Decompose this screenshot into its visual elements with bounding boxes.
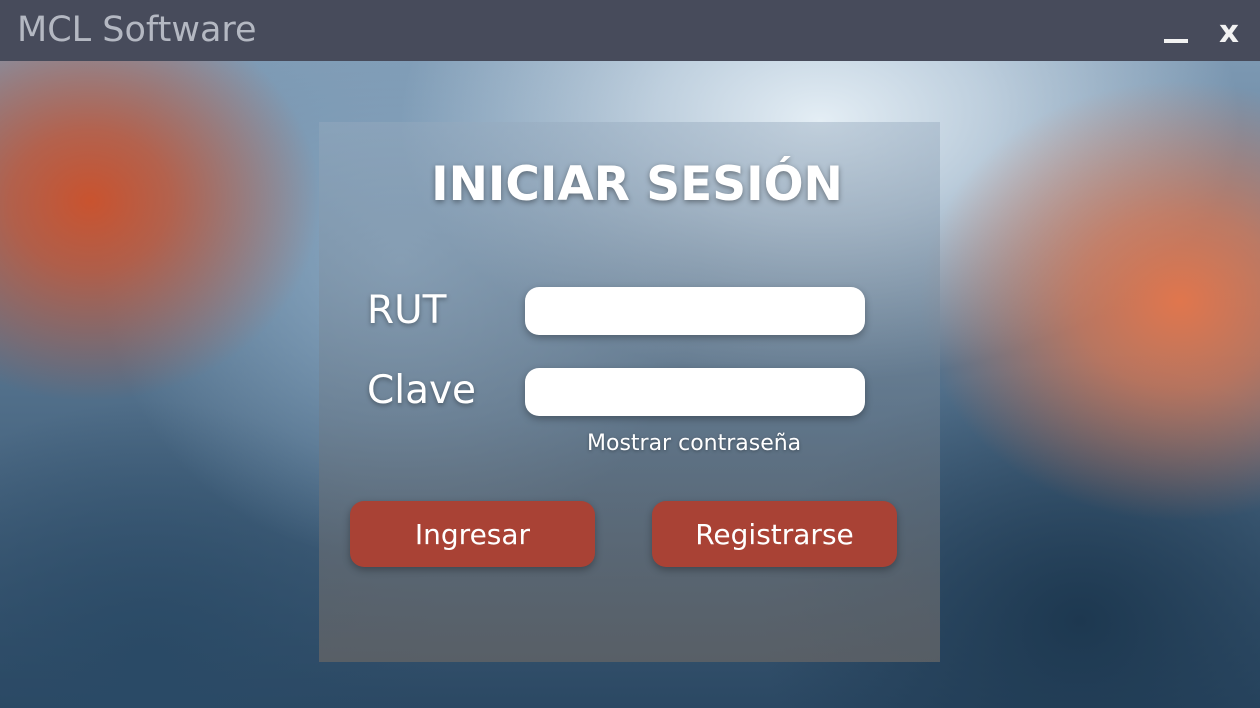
- password-label: Clave: [367, 368, 477, 413]
- close-icon: x: [1219, 14, 1239, 50]
- rut-input[interactable]: [525, 287, 865, 335]
- close-button[interactable]: x: [1212, 14, 1246, 50]
- register-button[interactable]: Registrarse: [652, 501, 897, 567]
- password-input[interactable]: [525, 368, 865, 416]
- login-button[interactable]: Ingresar: [350, 501, 595, 567]
- login-panel: INICIAR SESIÓN RUT Clave Mostrar contras…: [319, 122, 940, 662]
- app-title: MCL Software: [17, 10, 257, 50]
- app-window: MCL Software x INICIAR SESIÓN RUT Clave …: [0, 0, 1260, 708]
- minimize-button[interactable]: [1160, 18, 1192, 50]
- minimize-icon: [1164, 39, 1188, 43]
- rut-label: RUT: [367, 288, 447, 333]
- title-bar[interactable]: MCL Software x: [0, 0, 1260, 61]
- show-password-link[interactable]: Mostrar contraseña: [587, 428, 801, 460]
- page-title: INICIAR SESIÓN: [431, 157, 843, 212]
